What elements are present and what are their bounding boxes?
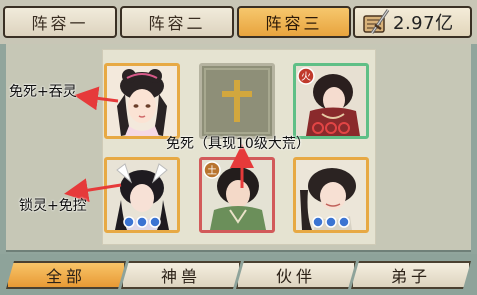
filter-tab-bar: 全部 神兽 伙伴 弟子 bbox=[0, 254, 477, 295]
arrow-to-top-label bbox=[74, 86, 119, 111]
filter-tab-all[interactable]: 全部 bbox=[6, 261, 126, 289]
lineup-screen: 阵容一 阵容二 阵容三 2.97亿 火 土 免死+吞灵 免死（具现10级大荒） … bbox=[0, 0, 477, 295]
filter-tab-beasts[interactable]: 神兽 bbox=[121, 261, 241, 289]
filter-tab-disciples[interactable]: 弟子 bbox=[351, 261, 471, 289]
filter-tab-companions[interactable]: 伙伴 bbox=[236, 261, 356, 289]
annotation-center: 免死（具现10级大荒） bbox=[166, 136, 310, 152]
annotation-bottom-left: 锁灵+免控 bbox=[19, 198, 87, 214]
annotation-top-left: 免死+吞灵 bbox=[9, 84, 77, 100]
arrow-to-bottom-label bbox=[64, 178, 122, 203]
